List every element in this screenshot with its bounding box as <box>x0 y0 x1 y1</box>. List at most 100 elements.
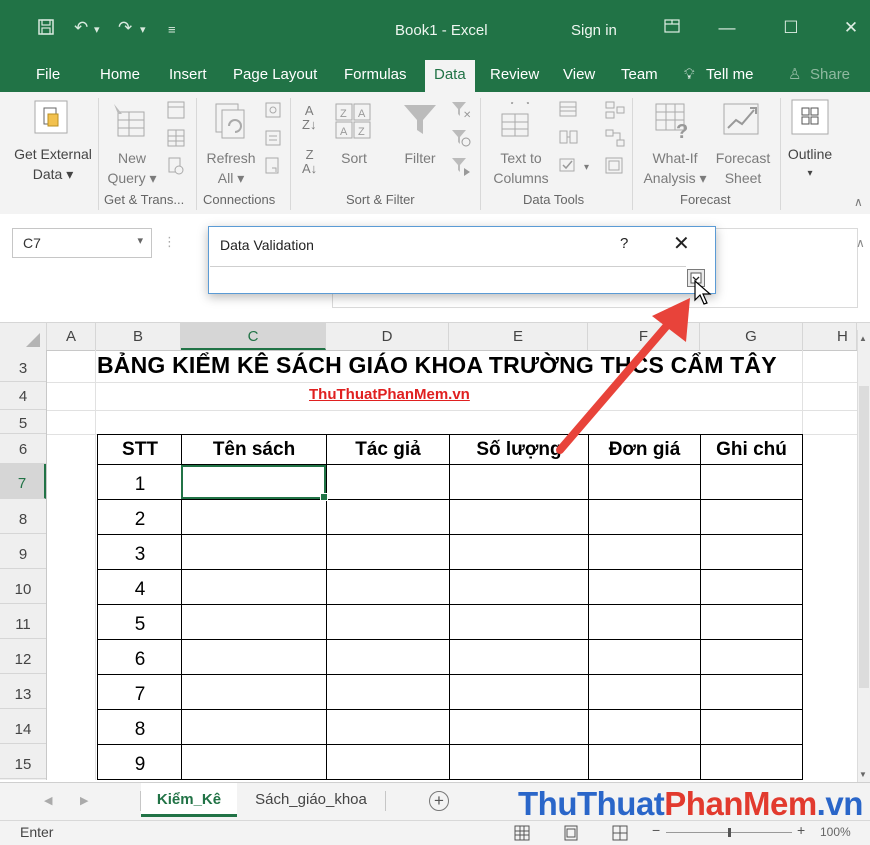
forecast-sheet-button[interactable]: Forecast Sheet <box>710 148 776 188</box>
row-header-8[interactable]: 8 <box>0 499 46 534</box>
range-reference-input[interactable] <box>210 266 686 291</box>
row-header-5[interactable]: 5 <box>0 410 46 434</box>
sort-z-a-icon[interactable]: Z A↓ <box>302 148 317 176</box>
redo-icon[interactable]: ↷ <box>118 18 132 38</box>
collapse-ribbon-icon[interactable]: ∧ <box>854 192 863 212</box>
row-header-10[interactable]: 10 <box>0 569 46 604</box>
what-if-analysis-icon[interactable]: ? <box>654 102 694 142</box>
outline-icon[interactable] <box>790 98 830 136</box>
connections-icon[interactable] <box>263 100 283 120</box>
tab-share[interactable]: Share <box>810 60 850 92</box>
row-header-6[interactable]: 6 <box>0 434 46 464</box>
column-header-b[interactable]: B <box>96 323 181 350</box>
row-header-14[interactable]: 14 <box>0 709 46 744</box>
vertical-scrollbar[interactable]: ▲ ▼ <box>857 330 870 782</box>
maximize-icon[interactable]: ☐ <box>776 14 806 42</box>
tab-tell-me[interactable]: Tell me <box>706 60 754 92</box>
tab-team[interactable]: Team <box>621 60 658 92</box>
name-box-dropdown-icon[interactable]: ▾ <box>137 234 143 247</box>
sort-icon[interactable]: Z AA Z <box>334 102 374 142</box>
refresh-all-icon[interactable] <box>212 102 252 142</box>
customize-toolbar-icon[interactable]: ≡ <box>168 22 176 37</box>
consolidate-icon[interactable] <box>604 100 626 120</box>
scroll-down-icon[interactable]: ▼ <box>859 770 867 779</box>
tab-formulas[interactable]: Formulas <box>344 60 407 92</box>
zoom-level[interactable]: 100% <box>820 825 851 839</box>
edit-links-icon[interactable] <box>263 156 283 176</box>
row-header-13[interactable]: 13 <box>0 674 46 709</box>
show-queries-icon[interactable] <box>166 100 186 120</box>
row-header-3[interactable]: 3 <box>0 350 46 382</box>
manage-data-model-icon[interactable] <box>604 156 626 176</box>
remove-duplicates-icon[interactable] <box>558 128 580 148</box>
row-header-12[interactable]: 12 <box>0 639 46 674</box>
filter-button[interactable]: Filter <box>398 148 442 168</box>
column-header-h[interactable]: H <box>803 323 857 350</box>
undo-dropdown-icon[interactable]: ▾ <box>94 23 100 36</box>
header-stt[interactable]: STT <box>98 439 182 461</box>
sort-a-z-icon[interactable]: A Z↓ <box>302 104 316 132</box>
reapply-filter-icon[interactable] <box>450 128 472 148</box>
normal-view-icon[interactable] <box>514 825 530 841</box>
active-cell-c7[interactable] <box>181 465 328 501</box>
zoom-slider-thumb[interactable] <box>728 828 731 837</box>
advanced-filter-icon[interactable] <box>450 156 472 176</box>
stt-cell[interactable]: 9 <box>98 754 182 776</box>
undo-icon[interactable]: ↶ <box>74 18 88 38</box>
get-external-data-icon[interactable] <box>34 100 68 134</box>
text-to-columns-button[interactable]: Text to Columns <box>488 148 554 188</box>
filter-icon[interactable] <box>402 102 438 138</box>
row-header-11[interactable]: 11 <box>0 604 46 639</box>
tab-data[interactable]: Data <box>425 60 475 92</box>
expand-formula-bar-icon[interactable]: ∧ <box>856 236 865 250</box>
what-if-analysis-button[interactable]: What-If Analysis ▾ <box>640 148 710 188</box>
stt-cell[interactable]: 7 <box>98 684 182 706</box>
tab-home[interactable]: Home <box>100 60 140 92</box>
forecast-sheet-icon[interactable] <box>722 102 762 142</box>
new-query-icon[interactable] <box>112 102 152 142</box>
get-external-data-button[interactable]: Get External Data ▾ <box>12 144 94 184</box>
stt-cell[interactable]: 6 <box>98 649 182 671</box>
next-sheet-icon[interactable]: ▶ <box>80 794 88 807</box>
sign-in-link[interactable]: Sign in <box>571 22 617 39</box>
close-window-icon[interactable]: ✕ <box>836 14 866 42</box>
sort-button[interactable]: Sort <box>334 148 374 168</box>
stt-cell[interactable]: 1 <box>98 474 182 496</box>
from-table-icon[interactable] <box>166 128 186 148</box>
tab-file[interactable]: File <box>36 60 60 92</box>
flash-fill-icon[interactable] <box>558 100 580 120</box>
column-header-c[interactable]: C <box>181 323 326 350</box>
relationships-icon[interactable] <box>604 128 626 148</box>
share-icon[interactable]: ♙ <box>788 60 801 92</box>
dialog-close-icon[interactable]: ✕ <box>673 231 690 256</box>
stt-cell[interactable]: 8 <box>98 719 182 741</box>
outline-button[interactable]: Outline ▾ <box>784 144 836 184</box>
sheet-title-cell[interactable]: BẢNG KIỂM KÊ SÁCH GIÁO KHOA TRƯỜNG THCS … <box>97 352 857 379</box>
worksheet-grid[interactable]: BẢNG KIỂM KÊ SÁCH GIÁO KHOA TRƯỜNG THCS … <box>47 350 857 780</box>
stt-cell[interactable]: 4 <box>98 579 182 601</box>
stt-cell[interactable]: 2 <box>98 509 182 531</box>
tab-view[interactable]: View <box>563 60 595 92</box>
sheet-tab-kiem-ke[interactable]: Kiểm_Kê <box>141 783 237 817</box>
header-ten-sach[interactable]: Tên sách <box>182 439 326 461</box>
row-header-4[interactable]: 4 <box>0 382 46 410</box>
sheet-tab-sach-giao-khoa[interactable]: Sách_giáo_khoa <box>240 783 382 817</box>
row-header-9[interactable]: 9 <box>0 534 46 569</box>
minimize-icon[interactable]: — <box>712 14 742 42</box>
text-to-columns-icon[interactable] <box>498 102 538 142</box>
header-tac-gia[interactable]: Tác giả <box>327 439 449 461</box>
tab-page-layout[interactable]: Page Layout <box>233 60 317 92</box>
name-box[interactable]: C7 ▾ <box>12 228 152 258</box>
scrollbar-thumb[interactable] <box>859 386 869 688</box>
add-sheet-icon[interactable]: + <box>429 791 449 811</box>
column-header-d[interactable]: D <box>326 323 449 350</box>
clear-filter-icon[interactable]: ✕ <box>450 100 472 120</box>
stt-cell[interactable]: 5 <box>98 614 182 636</box>
help-icon[interactable]: ? <box>620 235 628 252</box>
recent-sources-icon[interactable] <box>166 156 186 176</box>
properties-icon[interactable] <box>263 128 283 148</box>
select-all-corner[interactable] <box>0 323 47 350</box>
prev-sheet-icon[interactable]: ◀ <box>44 794 52 807</box>
data-validation-dropdown-icon[interactable]: ▾ <box>584 158 589 178</box>
page-break-preview-icon[interactable] <box>612 825 628 841</box>
